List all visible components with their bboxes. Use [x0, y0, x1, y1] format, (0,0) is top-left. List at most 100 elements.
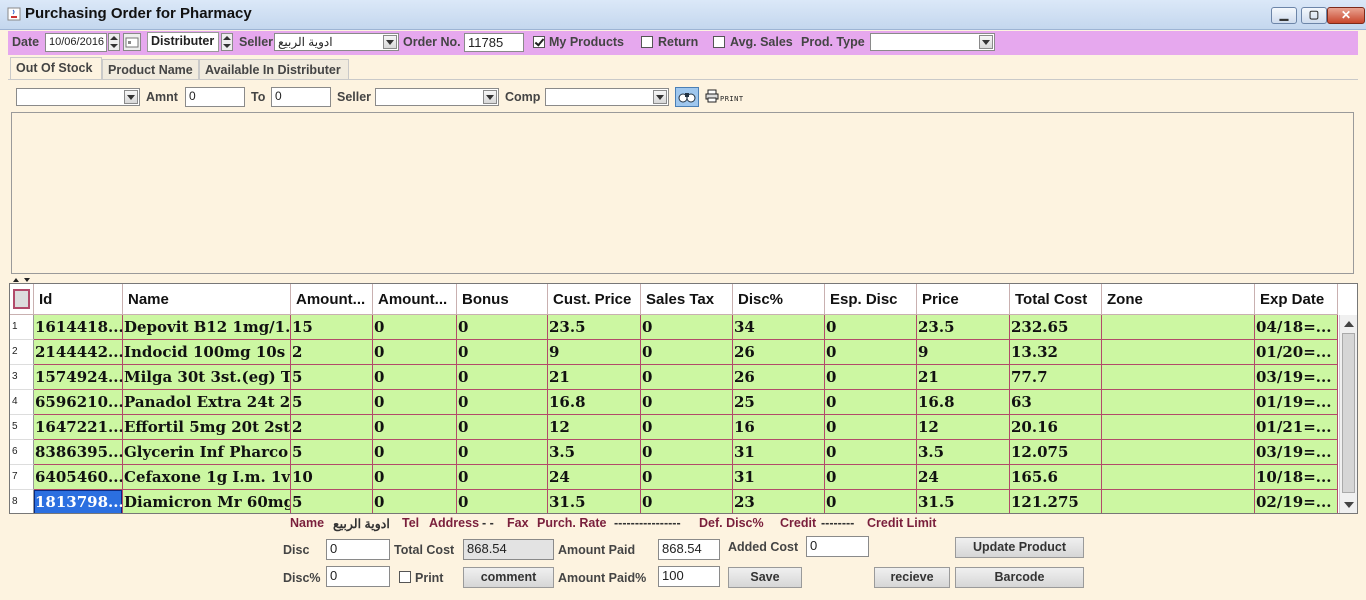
- table-cell[interactable]: 31: [733, 440, 825, 465]
- table-cell[interactable]: 5: [291, 365, 373, 390]
- column-header[interactable]: Cust. Price: [548, 284, 641, 315]
- table-cell[interactable]: 0: [825, 415, 917, 440]
- return-checkbox[interactable]: [641, 36, 653, 48]
- table-cell[interactable]: 0: [457, 440, 548, 465]
- table-cell[interactable]: 0: [825, 315, 917, 340]
- date-field[interactable]: 10/06/2016: [45, 33, 107, 52]
- table-cell[interactable]: 2: [291, 415, 373, 440]
- table-cell[interactable]: 16.8: [548, 390, 641, 415]
- select-all-corner[interactable]: [10, 284, 34, 315]
- table-cell[interactable]: 13.32: [1010, 340, 1102, 365]
- disc-field[interactable]: 0: [326, 539, 390, 560]
- table-cell[interactable]: [1102, 490, 1255, 513]
- table-cell[interactable]: 0: [641, 390, 733, 415]
- table-cell[interactable]: 0: [641, 340, 733, 365]
- order-no-field[interactable]: 11785: [464, 33, 524, 52]
- table-cell[interactable]: 0: [641, 365, 733, 390]
- scroll-up-icon[interactable]: [1344, 321, 1354, 327]
- table-cell[interactable]: 8386395...: [34, 440, 123, 465]
- table-cell[interactable]: 0: [373, 315, 457, 340]
- search-binoculars-icon[interactable]: [675, 87, 699, 107]
- table-cell[interactable]: [1102, 390, 1255, 415]
- distributer-label[interactable]: Distributer: [147, 32, 219, 52]
- table-cell[interactable]: 6596210...: [34, 390, 123, 415]
- print-filter-button[interactable]: PRINT: [704, 87, 748, 107]
- table-cell[interactable]: 12: [548, 415, 641, 440]
- column-header[interactable]: Amount...: [373, 284, 457, 315]
- column-header[interactable]: Bonus: [457, 284, 548, 315]
- table-cell[interactable]: 21: [917, 365, 1010, 390]
- table-cell[interactable]: 0: [825, 465, 917, 490]
- prod-type-select[interactable]: [870, 33, 995, 51]
- column-header[interactable]: Zone: [1102, 284, 1255, 315]
- table-cell[interactable]: 1614418...: [34, 315, 123, 340]
- scroll-down-icon[interactable]: [1344, 502, 1354, 508]
- amount-paid-field[interactable]: 868.54: [658, 539, 720, 560]
- table-cell[interactable]: Milga 30t 3st.(eg) T...: [123, 365, 291, 390]
- table-cell[interactable]: 24: [917, 465, 1010, 490]
- column-header[interactable]: Exp Date: [1255, 284, 1338, 315]
- column-header[interactable]: Sales Tax: [641, 284, 733, 315]
- table-cell[interactable]: Effortil 5mg 20t 2st...: [123, 415, 291, 440]
- tab-product-name[interactable]: Product Name: [102, 59, 199, 79]
- table-cell[interactable]: 2: [291, 340, 373, 365]
- table-cell[interactable]: 31.5: [917, 490, 1010, 513]
- table-cell[interactable]: 5: [291, 490, 373, 513]
- amount-paid-pct-field[interactable]: 100: [658, 566, 720, 587]
- table-cell[interactable]: 9: [548, 340, 641, 365]
- table-cell[interactable]: 1574924...: [34, 365, 123, 390]
- table-cell[interactable]: 0: [641, 315, 733, 340]
- table-cell[interactable]: 0: [457, 490, 548, 513]
- table-cell[interactable]: 21: [548, 365, 641, 390]
- scroll-thumb[interactable]: [1342, 333, 1355, 493]
- table-cell[interactable]: 9: [917, 340, 1010, 365]
- comp-select[interactable]: [545, 88, 669, 106]
- column-header[interactable]: Disc%: [733, 284, 825, 315]
- date-spinner[interactable]: [108, 33, 120, 51]
- table-cell[interactable]: Cefaxone 1g I.m. 1v...: [123, 465, 291, 490]
- column-header[interactable]: Id: [34, 284, 123, 315]
- disc-pct-field[interactable]: 0: [326, 566, 390, 587]
- table-cell[interactable]: 24: [548, 465, 641, 490]
- table-cell[interactable]: 01/20=...: [1255, 340, 1338, 365]
- table-cell[interactable]: [1102, 365, 1255, 390]
- table-cell[interactable]: [1102, 440, 1255, 465]
- table-cell[interactable]: 12: [917, 415, 1010, 440]
- barcode-button[interactable]: Barcode: [955, 567, 1084, 588]
- table-cell[interactable]: 15: [291, 315, 373, 340]
- table-cell[interactable]: 0: [641, 415, 733, 440]
- table-cell[interactable]: 5: [291, 390, 373, 415]
- table-cell[interactable]: 0: [641, 440, 733, 465]
- table-cell[interactable]: 12.075: [1010, 440, 1102, 465]
- table-cell[interactable]: 0: [457, 340, 548, 365]
- table-cell[interactable]: Panadol Extra 24t 2...: [123, 390, 291, 415]
- table-cell[interactable]: 0: [825, 340, 917, 365]
- table-cell[interactable]: 0: [373, 490, 457, 513]
- table-cell[interactable]: 2144442...: [34, 340, 123, 365]
- table-cell[interactable]: 1647221...: [34, 415, 123, 440]
- table-cell[interactable]: 25: [733, 390, 825, 415]
- column-header[interactable]: Esp. Disc: [825, 284, 917, 315]
- table-cell[interactable]: Depovit B12 1mg/1...: [123, 315, 291, 340]
- table-cell[interactable]: 0: [457, 465, 548, 490]
- order-items-table[interactable]: Id Name Amount... Amount... Bonus Cust. Price…: [9, 283, 1358, 514]
- table-cell[interactable]: 0: [373, 365, 457, 390]
- calendar-icon[interactable]: [123, 33, 141, 51]
- table-cell[interactable]: 10: [291, 465, 373, 490]
- table-cell[interactable]: 01/19=...: [1255, 390, 1338, 415]
- table-cell[interactable]: [1102, 315, 1255, 340]
- table-cell[interactable]: 0: [641, 490, 733, 513]
- table-cell[interactable]: 3.5: [917, 440, 1010, 465]
- table-cell[interactable]: 0: [825, 365, 917, 390]
- table-cell[interactable]: [1102, 465, 1255, 490]
- table-cell[interactable]: Indocid 100mg 10s ...: [123, 340, 291, 365]
- table-cell[interactable]: 01/21=...: [1255, 415, 1338, 440]
- my-products-checkbox[interactable]: [533, 36, 545, 48]
- table-cell[interactable]: 02/19=...: [1255, 490, 1338, 513]
- comment-button[interactable]: comment: [463, 567, 554, 588]
- amnt-to-field[interactable]: 0: [271, 87, 331, 107]
- seller-select[interactable]: ادوية الربيع: [274, 33, 399, 51]
- table-cell[interactable]: 16.8: [917, 390, 1010, 415]
- table-cell[interactable]: 0: [457, 415, 548, 440]
- maximize-button[interactable]: ▢: [1301, 7, 1327, 24]
